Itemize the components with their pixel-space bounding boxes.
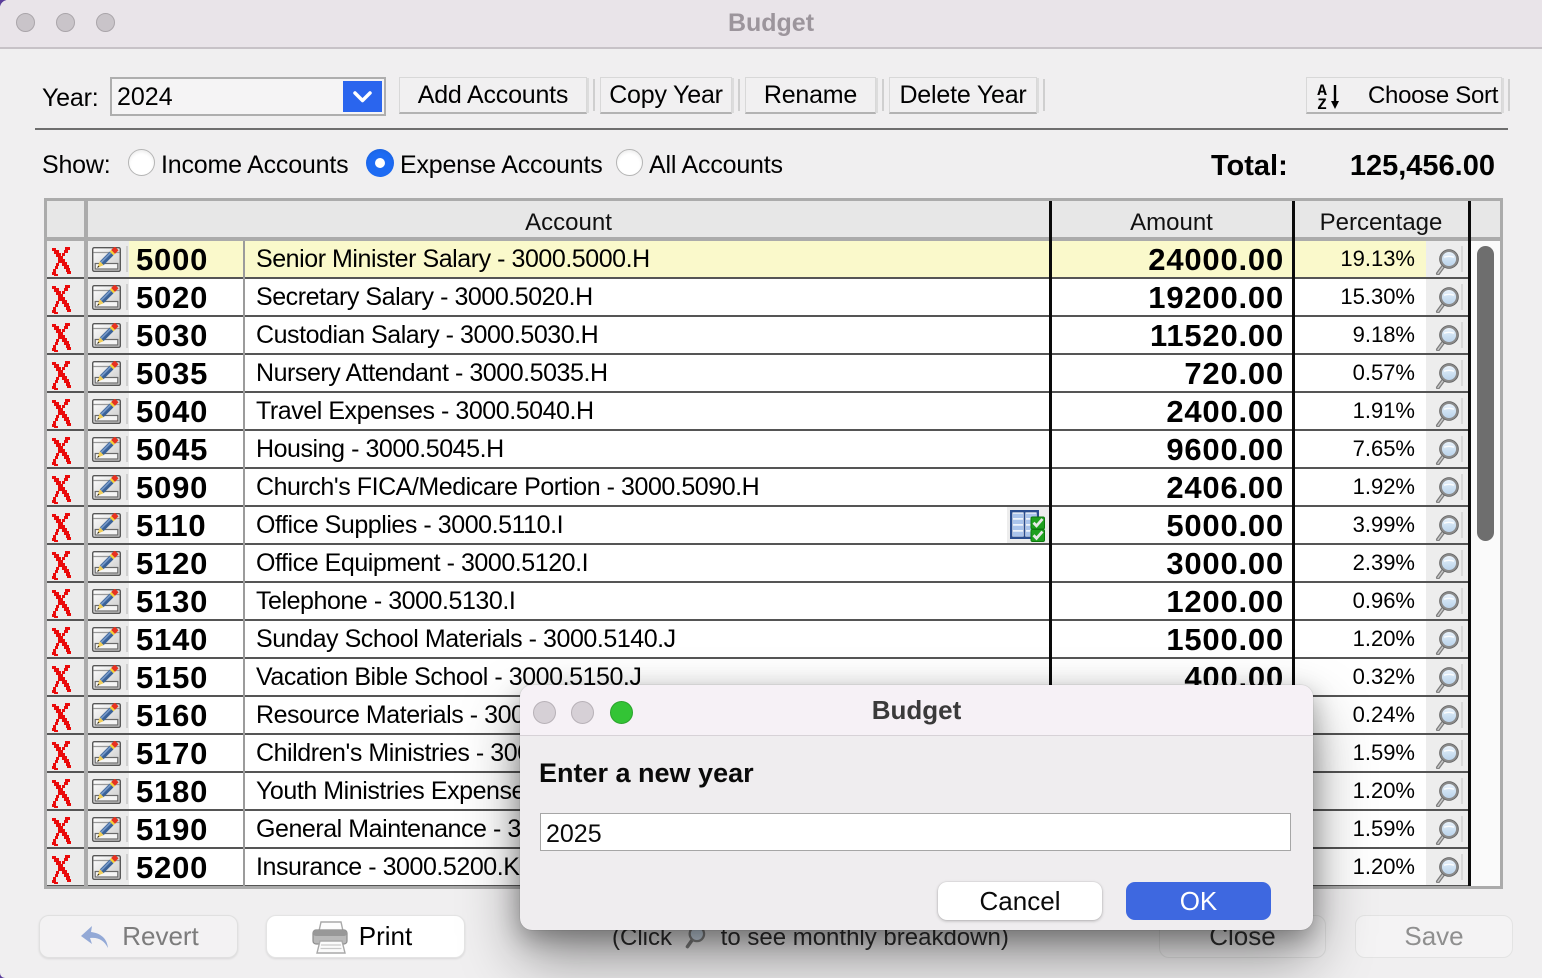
- svg-text:Z: Z: [1317, 96, 1326, 110]
